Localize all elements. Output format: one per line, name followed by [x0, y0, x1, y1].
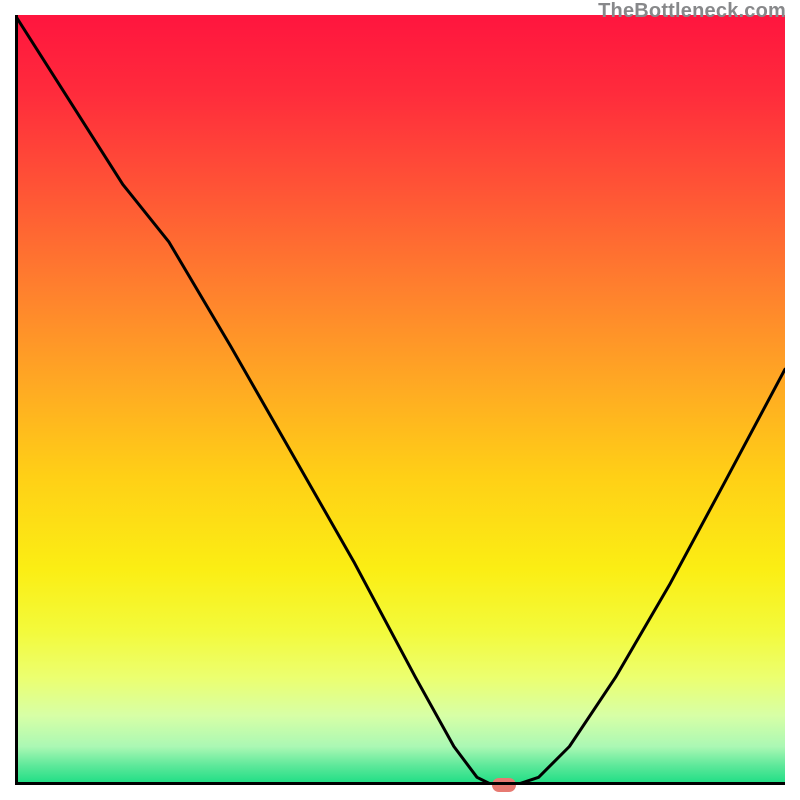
bottleneck-chart: TheBottleneck.com — [0, 0, 800, 800]
plot-area — [15, 15, 785, 785]
bottleneck-curve — [15, 15, 785, 785]
y-axis — [15, 15, 18, 785]
curve-layer — [15, 15, 785, 785]
x-axis — [15, 782, 785, 785]
optimal-marker — [492, 778, 516, 792]
watermark-text: TheBottleneck.com — [598, 0, 786, 23]
